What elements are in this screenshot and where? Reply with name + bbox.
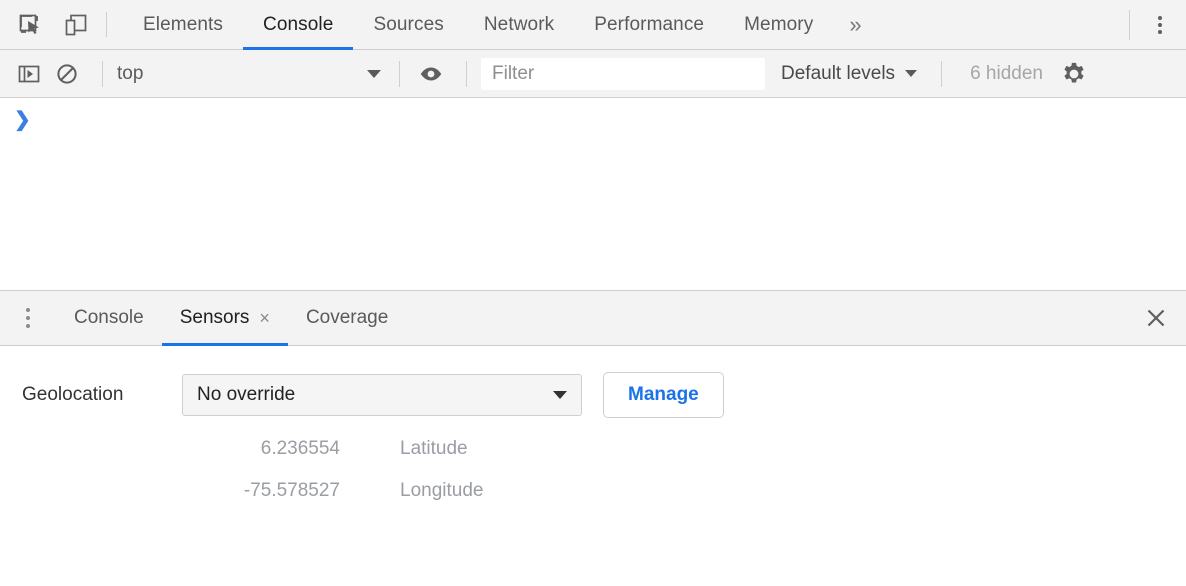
drawer-tabbar: Console Sensors × Coverage	[0, 291, 1186, 346]
tab-memory-label: Memory	[744, 14, 813, 36]
drawer-tab-coverage-label: Coverage	[306, 307, 388, 329]
drawer-tab-console-label: Console	[74, 307, 144, 329]
geolocation-select[interactable]: No override	[182, 374, 582, 416]
kebab-dot-3	[1158, 30, 1162, 34]
drawer-tab-sensors-close-icon[interactable]: ×	[259, 309, 270, 327]
clear-console-icon[interactable]	[50, 57, 84, 91]
more-tabs-label: »	[849, 12, 861, 38]
chevron-down-icon	[905, 70, 917, 77]
longitude-value[interactable]: -75.578527	[0, 480, 340, 502]
devtools-window: Elements Console Sources Network Perform…	[0, 0, 1186, 586]
filterbar-divider-2	[399, 61, 400, 87]
geolocation-label: Geolocation	[22, 384, 182, 406]
kebab-dot-1	[1158, 16, 1162, 20]
drawer-kebab-dot-2	[26, 316, 30, 320]
latitude-row: 6.236554 Latitude	[0, 438, 1186, 460]
more-options-icon[interactable]	[1142, 7, 1178, 43]
gear-icon[interactable]	[1057, 57, 1091, 91]
main-tabbar-right	[1125, 0, 1186, 49]
tab-network[interactable]: Network	[464, 0, 574, 49]
drawer: Console Sensors × Coverage Geol	[0, 290, 1186, 586]
drawer-tab-sensors-label: Sensors	[180, 307, 250, 329]
longitude-row: -75.578527 Longitude	[0, 480, 1186, 502]
main-tabs: Elements Console Sources Network Perform…	[123, 0, 1125, 49]
tab-console-label: Console	[263, 14, 333, 36]
filter-input[interactable]	[481, 58, 765, 90]
geolocation-select-value: No override	[197, 384, 295, 406]
filterbar-divider-3	[466, 61, 467, 87]
tab-network-label: Network	[484, 14, 554, 36]
inspect-element-icon[interactable]	[14, 9, 46, 41]
drawer-kebab-dot-1	[26, 308, 30, 312]
more-tabs-icon[interactable]: »	[833, 0, 877, 49]
filterbar-divider-1	[102, 61, 103, 87]
geolocation-row: Geolocation No override Manage	[0, 372, 1186, 418]
main-toolbar-icons	[0, 0, 92, 49]
longitude-label: Longitude	[400, 480, 483, 502]
console-prompt-icon: ❯	[14, 110, 31, 130]
execution-context-value: top	[117, 63, 143, 85]
filterbar-divider-4	[941, 61, 942, 87]
manage-locations-button[interactable]: Manage	[603, 372, 724, 418]
tab-elements-label: Elements	[143, 14, 223, 36]
console-filterbar: top Default levels 6 hidden	[0, 50, 1186, 98]
live-expression-icon[interactable]	[414, 57, 448, 91]
tabbar-right-divider	[1129, 10, 1130, 40]
close-drawer-icon[interactable]	[1126, 291, 1186, 345]
drawer-tab-coverage[interactable]: Coverage	[288, 291, 406, 345]
drawer-more-options-icon[interactable]	[0, 291, 56, 345]
console-sidebar-icon[interactable]	[12, 57, 46, 91]
drawer-kebab-dot-3	[26, 324, 30, 328]
sensors-panel: Geolocation No override Manage 6.236554 …	[0, 346, 1186, 586]
tab-sources-label: Sources	[373, 14, 443, 36]
console-prompt-row[interactable]: ❯	[0, 98, 1186, 132]
console-prompt-input[interactable]	[31, 110, 1186, 132]
latitude-label: Latitude	[400, 438, 468, 460]
log-levels-select[interactable]: Default levels	[781, 63, 917, 85]
main-tabbar: Elements Console Sources Network Perform…	[0, 0, 1186, 50]
hidden-messages-count: 6 hidden	[970, 63, 1043, 85]
device-toolbar-icon[interactable]	[60, 9, 92, 41]
chevron-down-icon	[553, 391, 567, 399]
chevron-down-icon	[367, 70, 381, 78]
drawer-tab-console[interactable]: Console	[56, 291, 162, 345]
latitude-value[interactable]: 6.236554	[0, 438, 340, 460]
drawer-tab-sensors[interactable]: Sensors ×	[162, 291, 288, 345]
tab-memory[interactable]: Memory	[724, 0, 833, 49]
toolbar-divider	[106, 12, 107, 37]
tab-console[interactable]: Console	[243, 0, 353, 49]
tab-performance-label: Performance	[594, 14, 704, 36]
tab-elements[interactable]: Elements	[123, 0, 243, 49]
tab-performance[interactable]: Performance	[574, 0, 724, 49]
tab-sources[interactable]: Sources	[353, 0, 463, 49]
console-output[interactable]: ❯	[0, 98, 1186, 290]
drawer-tabs: Console Sensors × Coverage	[56, 291, 1126, 345]
log-levels-label: Default levels	[781, 63, 895, 85]
execution-context-select[interactable]: top	[117, 63, 385, 85]
kebab-dot-2	[1158, 23, 1162, 27]
